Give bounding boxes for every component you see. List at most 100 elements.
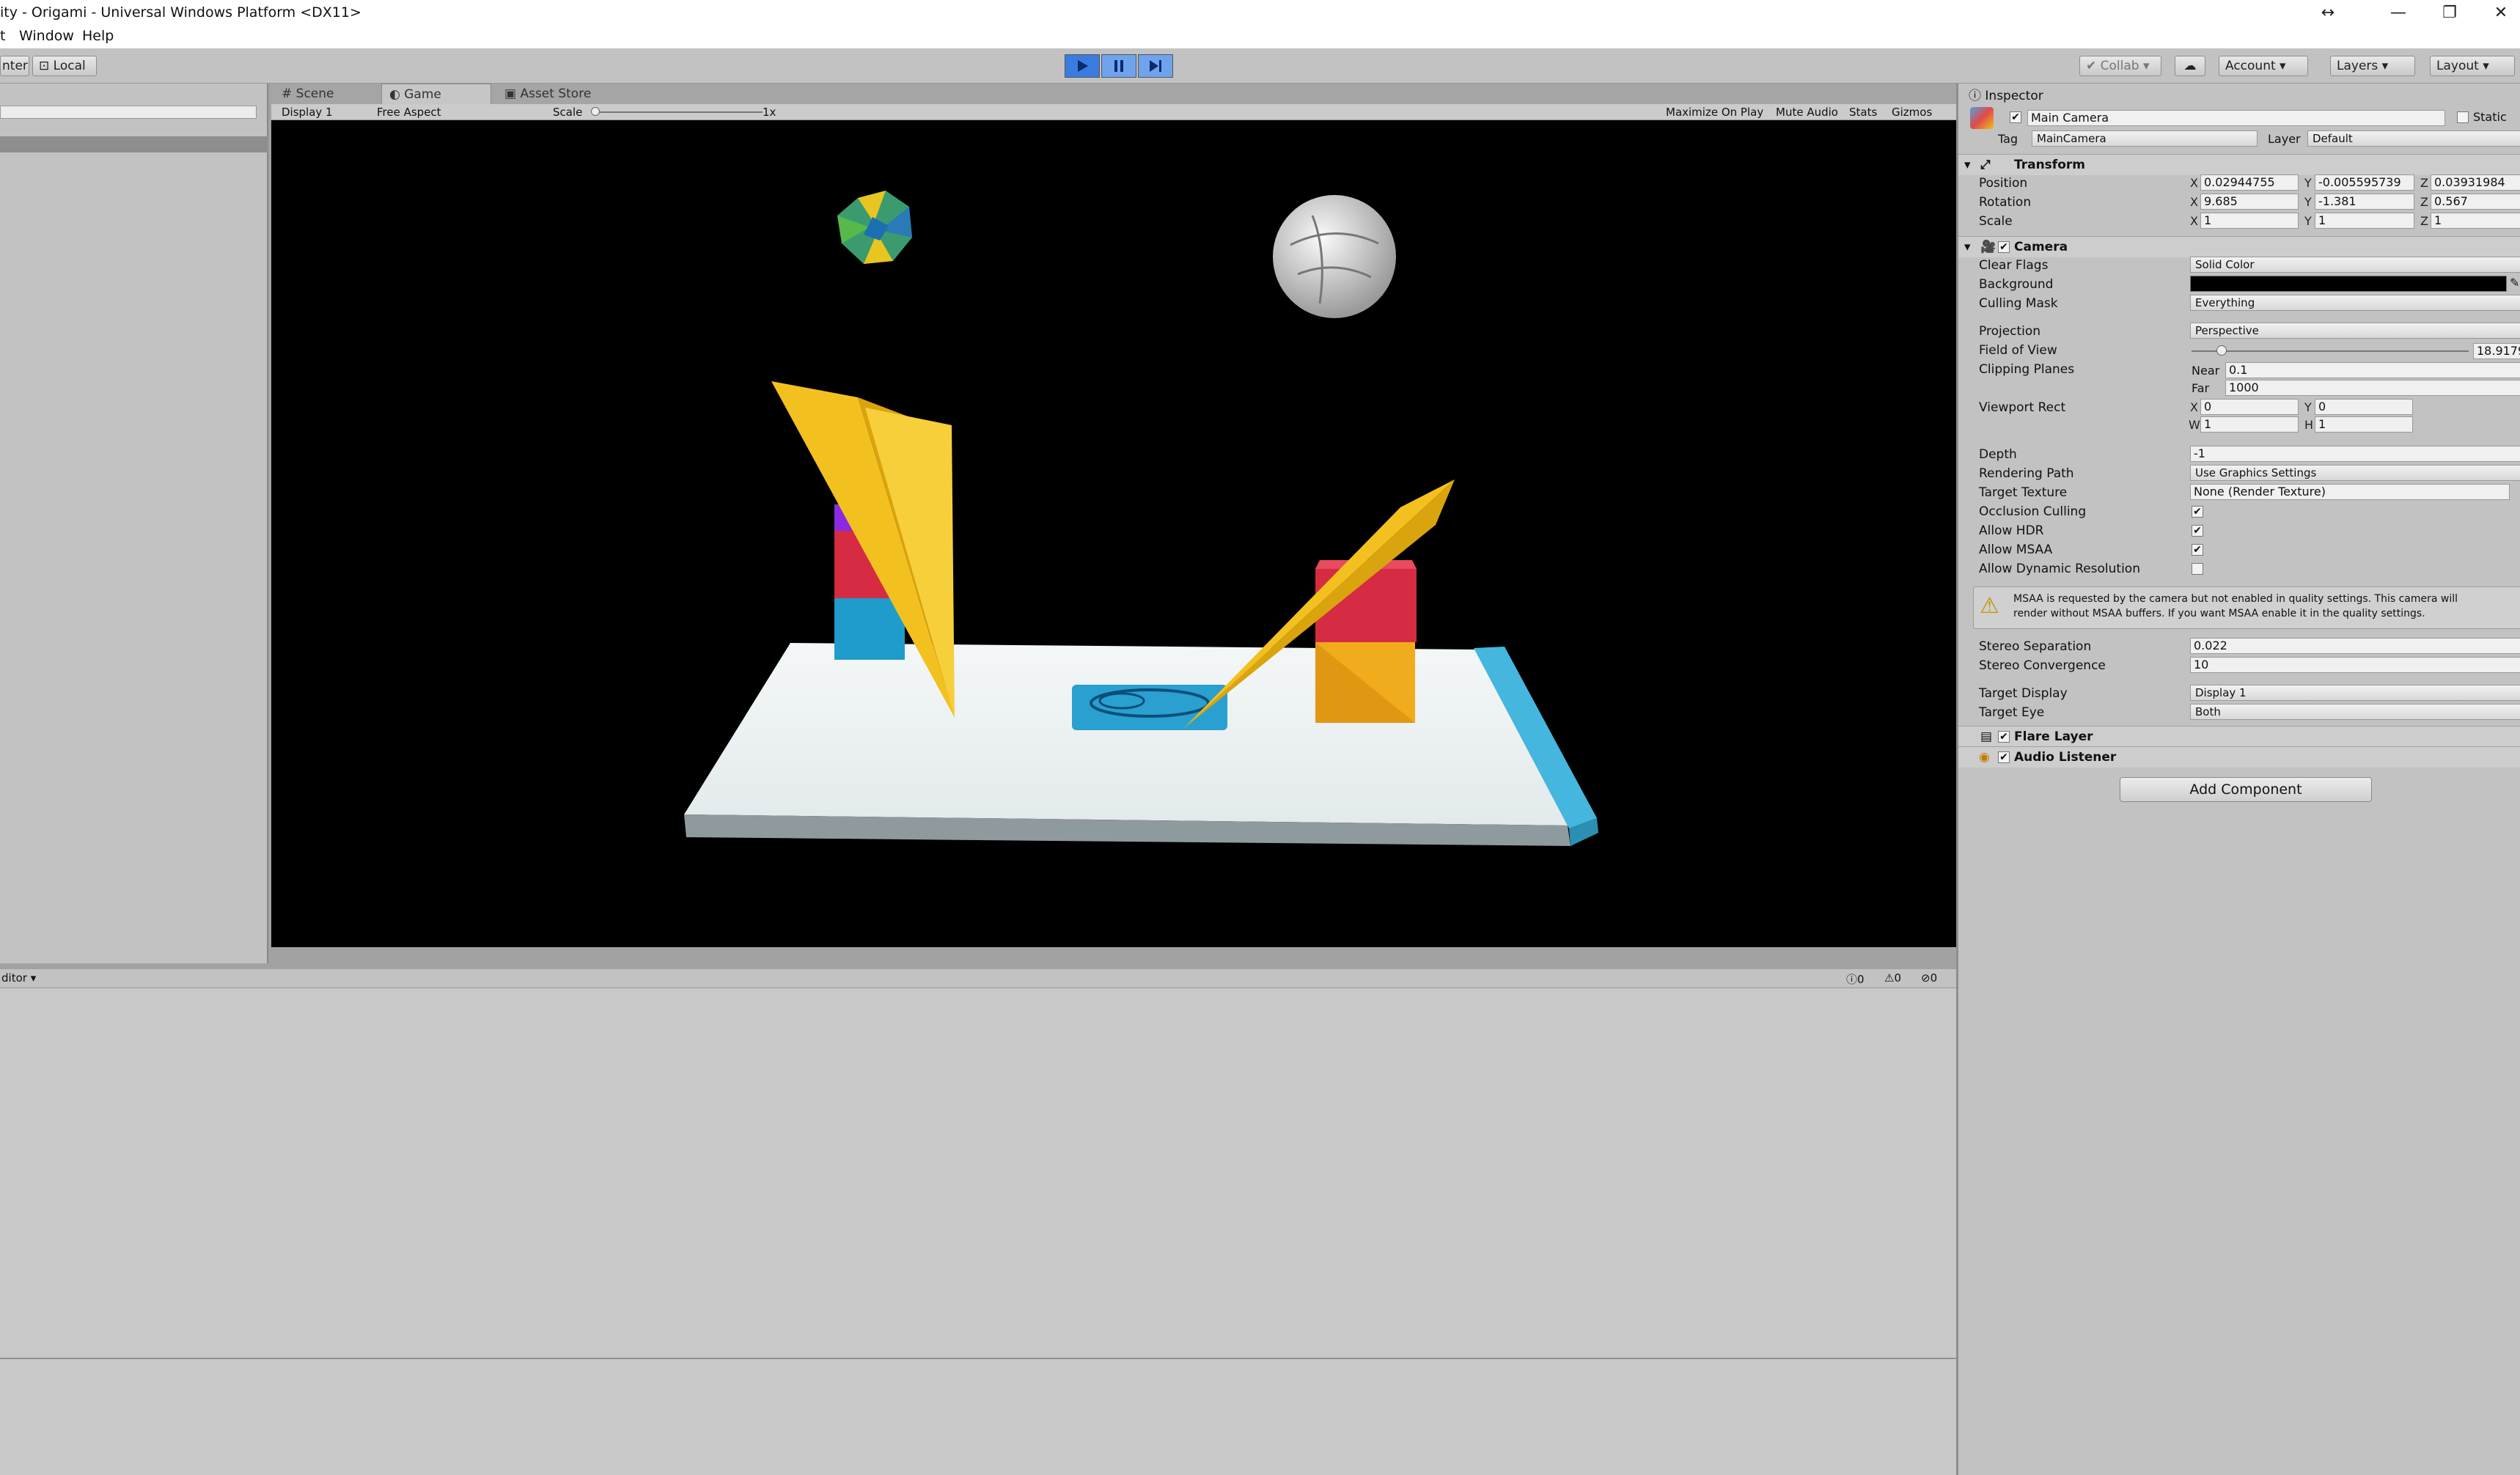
camera-enabled-checkbox[interactable]: ✔ (1998, 241, 2010, 253)
tab-asset-store-label: Asset Store (520, 87, 592, 101)
mute-audio-toggle[interactable]: Mute Audio (1776, 106, 1838, 119)
active-checkbox[interactable]: ✔ (2010, 111, 2021, 123)
cloud-icon: ☁ (2183, 59, 2197, 73)
near-field[interactable]: 0.1 (2225, 362, 2520, 378)
viewport-h-field[interactable]: 1 (2315, 416, 2413, 433)
fov-field[interactable]: 18.9179 (2473, 343, 2520, 359)
hierarchy-panel (0, 84, 268, 963)
error-count-toggle[interactable]: ⊘0 (1921, 971, 1937, 985)
console-log-area[interactable] (0, 988, 1956, 1475)
gizmos-dropdown[interactable]: Gizmos (1892, 106, 1932, 119)
scale-slider-thumb[interactable] (591, 107, 600, 116)
rotation-y-field[interactable]: -1.381 (2315, 194, 2414, 210)
tab-scene[interactable]: # Scene (274, 84, 342, 104)
rotation-z-field[interactable]: 0.567 (2431, 194, 2520, 210)
allow-msaa-checkbox[interactable]: ✔ (2192, 544, 2203, 556)
tab-asset-store[interactable]: ▣ Asset Store (497, 84, 598, 104)
background-color-swatch[interactable] (2190, 276, 2507, 292)
rendering-path-dropdown[interactable]: Use Graphics Settings (2190, 465, 2520, 481)
hierarchy-selected-row[interactable] (0, 136, 268, 152)
blue-tray-model (1072, 685, 1227, 730)
audio-listener-header[interactable]: ◉ ✔ Audio Listener (1958, 746, 2520, 768)
hierarchy-search-input[interactable] (0, 106, 257, 119)
add-component-button[interactable]: Add Component (2120, 777, 2372, 802)
warning-count-toggle[interactable]: ⚠0 (1884, 971, 1901, 985)
editor-dropdown[interactable]: ditor ▾ (1, 971, 36, 985)
axis-h: H (2304, 418, 2314, 432)
game-tabbar: # Scene ◐ Game ▣ Asset Store (271, 84, 1956, 104)
scale-y-field[interactable]: 1 (2315, 213, 2414, 229)
scale-z-field[interactable]: 1 (2431, 213, 2520, 229)
info-count: 0 (1857, 973, 1865, 986)
tab-scene-label: Scene (295, 87, 334, 101)
flare-layer-header[interactable]: ▤ ✔ Flare Layer (1958, 726, 2520, 747)
stereo-convergence-field[interactable]: 10 (2190, 657, 2520, 673)
layer-dropdown[interactable]: Default (2307, 130, 2520, 147)
aspect-dropdown[interactable]: Free Aspect (377, 106, 441, 119)
static-checkbox[interactable] (2457, 111, 2469, 123)
pause-icon (1114, 60, 1123, 72)
stats-toggle[interactable]: Stats (1849, 106, 1877, 119)
layout-dropdown[interactable]: Layout ▾ (2430, 56, 2515, 76)
camera-title: Camera (2014, 240, 2068, 254)
camera-header[interactable]: ▾ 🎥 ✔ Camera (1958, 236, 2520, 257)
transform-header[interactable]: ▾ ⤢ Transform (1958, 154, 2520, 175)
viewport-y-field[interactable]: 0 (2315, 399, 2413, 415)
info-count-toggle[interactable]: ⓘ0 (1846, 971, 1865, 987)
far-label: Far (2192, 381, 2210, 395)
pause-button[interactable] (1101, 54, 1136, 78)
position-y-field[interactable]: -0.005595739 (2315, 174, 2414, 191)
target-eye-dropdown[interactable]: Both (2190, 704, 2520, 720)
occlusion-culling-checkbox[interactable]: ✔ (2192, 506, 2203, 518)
menu-item-window[interactable]: Window (19, 28, 74, 44)
near-label: Near (2192, 364, 2220, 378)
scale-x-field[interactable]: 1 (2200, 213, 2299, 229)
camera-icon: 🎥 (1980, 240, 1996, 254)
tag-dropdown[interactable]: MainCamera (2032, 130, 2258, 147)
display-dropdown[interactable]: Display 1 (282, 106, 333, 119)
tab-game[interactable]: ◐ Game (381, 84, 491, 104)
cloud-button[interactable]: ☁ (2175, 56, 2205, 76)
account-dropdown[interactable]: Account ▾ (2219, 56, 2308, 76)
stereo-separation-field[interactable]: 0.022 (2190, 638, 2520, 654)
scale-slider[interactable] (594, 111, 763, 113)
menu-item-t[interactable]: t (0, 28, 5, 44)
tab-inspector[interactable]: ⓘ Inspector (1969, 85, 2043, 103)
position-z-field[interactable]: 0.03931984 (2431, 174, 2520, 191)
play-button[interactable] (1065, 54, 1100, 78)
flare-layer-checkbox[interactable]: ✔ (1998, 731, 2010, 743)
target-texture-field[interactable]: None (Render Texture) (2190, 484, 2510, 500)
transform-icon: ⤢ (1980, 158, 1991, 172)
allow-hdr-checkbox[interactable]: ✔ (2192, 525, 2203, 537)
allow-dynamic-resolution-checkbox[interactable] (2192, 563, 2203, 575)
audio-listener-checkbox[interactable]: ✔ (1998, 751, 2010, 763)
culling-mask-dropdown[interactable]: Everything (2190, 295, 2520, 311)
fov-slider[interactable] (2192, 350, 2469, 352)
pivot-center-button[interactable]: nter (0, 56, 29, 76)
game-viewport[interactable] (271, 120, 1956, 947)
viewport-x-field[interactable]: 0 (2200, 399, 2299, 415)
collab-button[interactable]: ✔ Collab ▾ (2079, 56, 2161, 76)
step-button[interactable] (1138, 54, 1173, 78)
depth-field[interactable]: -1 (2190, 446, 2520, 462)
rotation-label: Rotation (1979, 195, 2032, 210)
rotation-x-field[interactable]: 9.685 (2200, 194, 2299, 210)
tab-game-label: Game (404, 87, 441, 102)
projection-dropdown[interactable]: Perspective (2190, 323, 2520, 339)
menu-item-help[interactable]: Help (82, 28, 114, 44)
layers-label: Layers (2337, 59, 2378, 73)
warning-text-line1: MSAA is requested by the camera but not … (2013, 593, 2458, 605)
eyedropper-icon[interactable]: ✎ (2510, 276, 2519, 290)
fov-slider-thumb[interactable] (2216, 345, 2227, 356)
viewport-w-field[interactable]: 1 (2200, 416, 2299, 433)
far-field[interactable]: 1000 (2225, 380, 2520, 396)
scale-label: Scale (553, 106, 583, 119)
warning-count: 0 (1894, 971, 1901, 985)
object-name-field[interactable]: Main Camera (2027, 110, 2445, 126)
target-display-dropdown[interactable]: Display 1 (2190, 685, 2520, 701)
pivot-local-button[interactable]: ⊡ Local (32, 56, 97, 76)
position-x-field[interactable]: 0.02944755 (2200, 174, 2299, 191)
layers-dropdown[interactable]: Layers ▾ (2330, 56, 2415, 76)
maximize-on-play-toggle[interactable]: Maximize On Play (1666, 106, 1763, 119)
clear-flags-dropdown[interactable]: Solid Color (2190, 257, 2520, 273)
